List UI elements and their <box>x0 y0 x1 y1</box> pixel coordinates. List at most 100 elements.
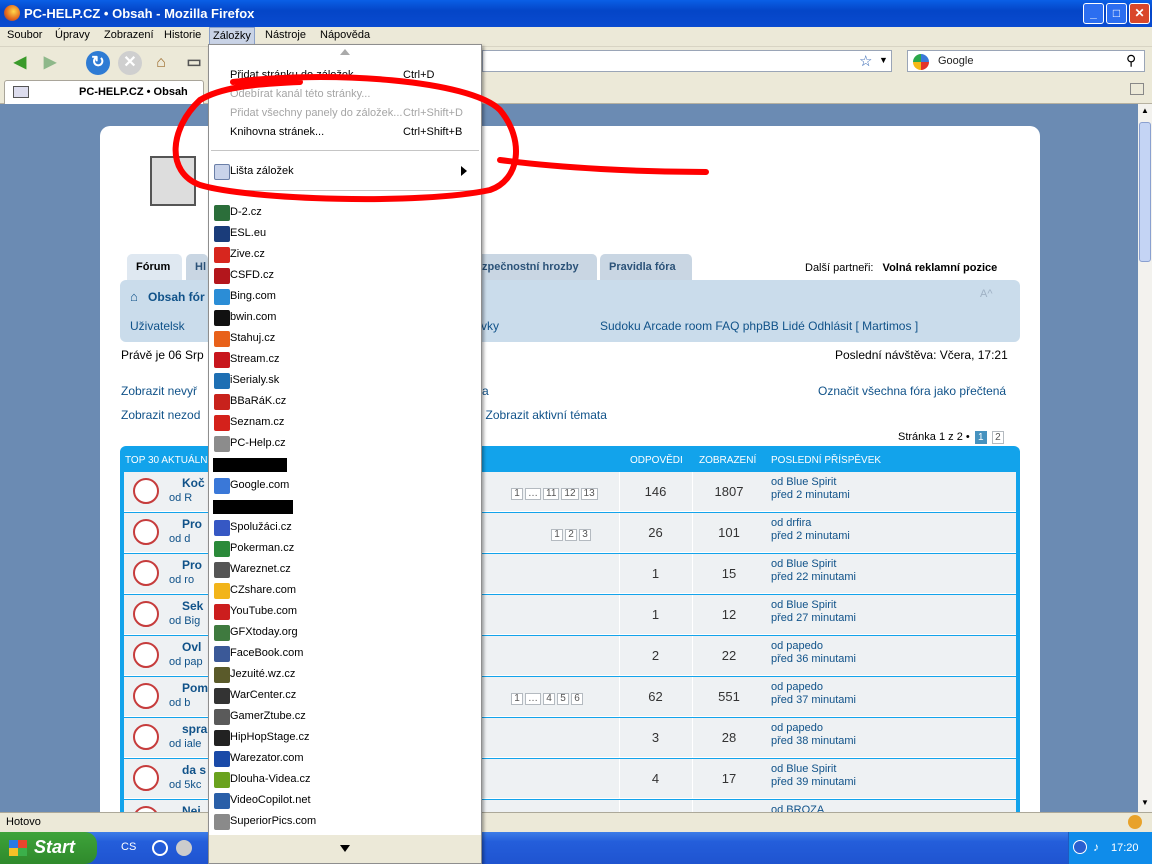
active-topics-link[interactable]: • Zobrazit aktivní témata <box>478 408 607 422</box>
vertical-scrollbar[interactable]: ▲ ▼ <box>1138 104 1152 812</box>
pager-page-1[interactable]: 1 <box>974 431 987 444</box>
topic-page-link[interactable]: … <box>525 488 541 500</box>
topic-author[interactable]: od pap <box>169 656 203 668</box>
topic-title[interactable]: Nej <box>182 804 201 812</box>
close-button[interactable]: ✕ <box>1129 3 1150 24</box>
topic-page-link[interactable]: 12 <box>561 488 579 500</box>
topic-page-link[interactable]: 5 <box>557 693 569 705</box>
topic-title[interactable]: Pro <box>182 517 202 531</box>
menu-nastroje[interactable]: Nástroje <box>263 29 308 41</box>
bookmark-item[interactable]: GamerZtube.cz <box>209 706 481 726</box>
search-box[interactable]: Google ⚲ <box>907 50 1145 72</box>
scroll-up-icon[interactable]: ▲ <box>1141 106 1149 115</box>
bookmark-item[interactable]: PC-Help.cz <box>209 433 481 453</box>
ie-icon[interactable] <box>152 840 168 856</box>
url-bar[interactable]: ☆ ▼ <box>482 50 892 72</box>
menu-upravy[interactable]: Úpravy <box>53 29 92 41</box>
dropdown-icon[interactable]: ▼ <box>879 55 888 65</box>
topic-author[interactable]: od d <box>169 533 190 545</box>
bookmark-item[interactable]: SuperiorPics.com <box>209 811 481 831</box>
bookmark-item[interactable]: Stream.cz <box>209 349 481 369</box>
bookmark-item[interactable]: ESL.eu <box>209 223 481 243</box>
bookmark-item[interactable]: WarCenter.cz <box>209 685 481 705</box>
topic-page-link[interactable]: 1 <box>511 693 523 705</box>
bookmark-item[interactable]: Pokerman.cz <box>209 538 481 558</box>
last-post-author[interactable]: od papedo <box>771 722 823 734</box>
tab-hrozby[interactable]: zpečnostní hrozby <box>473 254 597 280</box>
scroll-down-icon[interactable]: ▼ <box>1141 798 1149 807</box>
topic-title[interactable]: Sek <box>182 599 203 613</box>
bookmark-item[interactable]: Bing.com <box>209 286 481 306</box>
menu-library[interactable]: Knihovna stránek... Ctrl+Shift+B <box>209 122 481 142</box>
topic-title[interactable]: Koč <box>182 476 205 490</box>
menu-historie[interactable]: Historie <box>162 29 203 41</box>
topic-page-link[interactable]: 1 <box>511 488 523 500</box>
tab-forum[interactable]: Fórum <box>127 254 182 280</box>
bookmark-item[interactable]: Wareznet.cz <box>209 559 481 579</box>
breadcrumb-obsah[interactable]: Obsah fór <box>148 290 205 304</box>
bookmark-item[interactable]: Dlouha-Videa.cz <box>209 769 481 789</box>
links-right[interactable]: Sudoku Arcade room FAQ phpBB Lidé Odhlás… <box>600 319 918 333</box>
topic-page-link[interactable]: 3 <box>579 529 591 541</box>
tab-list-icon[interactable] <box>1130 83 1144 95</box>
menu-scroll-down-icon[interactable] <box>340 845 350 852</box>
topic-page-link[interactable]: 6 <box>571 693 583 705</box>
last-post-author[interactable]: od BROZA <box>771 804 824 812</box>
topic-author[interactable]: od R <box>169 492 192 504</box>
topic-page-link[interactable]: 1 <box>551 529 563 541</box>
topic-title[interactable]: da s <box>182 763 206 777</box>
topic-title[interactable]: Pro <box>182 558 202 572</box>
bookmark-item[interactable]: CZshare.com <box>209 580 481 600</box>
bookmark-item[interactable]: FaceBook.com <box>209 643 481 663</box>
show-unanswered-link-2[interactable]: a <box>482 384 489 398</box>
media-icon[interactable] <box>176 840 192 856</box>
mark-read-link[interactable]: Označit všechna fóra jako přečtená <box>818 384 1006 398</box>
start-button[interactable]: Start <box>0 832 97 864</box>
tab-pc-help[interactable]: PC-HELP.CZ • Obsah <box>4 80 204 104</box>
topic-author[interactable]: od b <box>169 697 190 709</box>
reload-icon[interactable]: ↻ <box>86 51 110 75</box>
menu-scroll-up-icon[interactable] <box>340 49 350 55</box>
last-post-author[interactable]: od papedo <box>771 681 823 693</box>
back-icon[interactable]: ◀ <box>8 51 32 75</box>
topic-page-link[interactable]: … <box>525 693 541 705</box>
tab-pravidla[interactable]: Pravidla fóra <box>600 254 692 280</box>
topic-author[interactable]: od iale <box>169 738 201 750</box>
bookmark-item[interactable]: Google.com <box>209 475 481 495</box>
tab-hl[interactable]: Hl <box>186 254 208 280</box>
topic-page-link[interactable]: 11 <box>543 488 560 500</box>
volume-icon[interactable]: ♪ <box>1093 840 1099 854</box>
bookmark-item[interactable]: Zive.cz <box>209 244 481 264</box>
menu-zobrazeni[interactable]: Zobrazení <box>102 29 156 41</box>
home-icon[interactable]: ⌂ <box>149 51 173 75</box>
bookmark-item[interactable]: Jezuité.wz.cz <box>209 664 481 684</box>
topic-page-link[interactable]: 2 <box>565 529 577 541</box>
last-post-author[interactable]: od Blue Spirit <box>771 558 836 570</box>
topic-title[interactable]: spra <box>182 722 207 736</box>
show-unanswered-link[interactable]: Zobrazit nevyř <box>121 384 197 398</box>
bookmark-item[interactable]: BBaRáK.cz <box>209 391 481 411</box>
pager-page-2[interactable]: 2 <box>991 431 1004 444</box>
computer-icon[interactable]: ▭ <box>182 51 206 75</box>
menu-napoveda[interactable]: Nápověda <box>318 29 372 41</box>
topic-title[interactable]: Pom <box>182 681 208 695</box>
star-icon[interactable]: ☆ <box>859 52 872 70</box>
menu-soubor[interactable]: Soubor <box>5 29 44 41</box>
bookmark-item[interactable]: Spolužáci.cz <box>209 517 481 537</box>
topic-page-link[interactable]: 13 <box>580 488 598 500</box>
bookmark-item[interactable]: D-2.cz <box>209 202 481 222</box>
redacted-bookmark[interactable] <box>213 500 293 514</box>
links-mid[interactable]: vky <box>481 319 499 333</box>
bookmark-item[interactable]: GFXtoday.org <box>209 622 481 642</box>
menu-bookmarks-toolbar[interactable]: Lišta záložek <box>209 161 481 181</box>
bookmark-item[interactable]: Warezator.com <box>209 748 481 768</box>
stop-icon[interactable]: ✕ <box>118 51 142 75</box>
forward-icon[interactable]: ▶ <box>38 51 62 75</box>
scroll-thumb[interactable] <box>1139 122 1151 262</box>
topic-page-link[interactable]: 4 <box>543 693 555 705</box>
addon-icon[interactable] <box>1128 815 1142 829</box>
last-post-author[interactable]: od Blue Spirit <box>771 599 836 611</box>
redacted-bookmark[interactable] <box>213 458 287 472</box>
bookmark-item[interactable]: HipHopStage.cz <box>209 727 481 747</box>
last-post-author[interactable]: od Blue Spirit <box>771 763 836 775</box>
